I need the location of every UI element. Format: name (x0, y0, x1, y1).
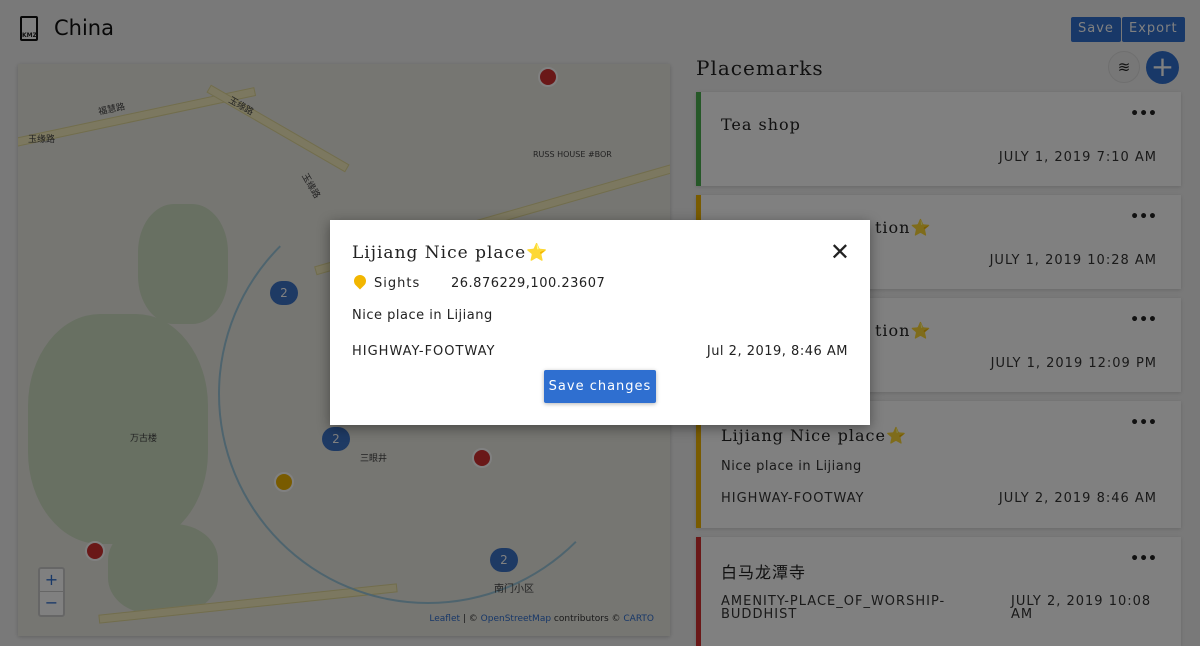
park-area (108, 524, 218, 614)
card-title: tion⭐ (875, 218, 932, 237)
add-placemark-button[interactable]: + (1146, 51, 1179, 84)
card-description: Nice place in Lijiang (721, 459, 862, 474)
more-menu-icon[interactable]: ••• (1130, 106, 1157, 122)
attribution-text: | © (460, 614, 481, 624)
modal-tag: HIGHWAY-FOOTWAY (352, 344, 496, 359)
map-attribution: Leaflet | © OpenStreetMap contributors ©… (429, 614, 654, 624)
save-changes-button[interactable]: Save changes (544, 370, 656, 403)
modal-date: Jul 2, 2019, 8:46 AM (706, 344, 848, 359)
zoom-control: + − (38, 567, 65, 617)
map-label: 三眼井 (360, 454, 388, 464)
header: KMZ China Save Export (0, 0, 1200, 60)
modal-coordinates: 26.876229,100.23607 (451, 276, 606, 291)
map-label: 玉缘路 (28, 135, 56, 145)
card-title: tion⭐ (875, 321, 932, 340)
park-area (28, 314, 208, 544)
osm-link[interactable]: OpenStreetMap (481, 614, 551, 624)
zoom-out-button[interactable]: − (40, 592, 63, 615)
map-label: 玉缘路 (299, 172, 322, 201)
carto-link[interactable]: CARTO (623, 614, 654, 624)
location-pin-icon (351, 272, 369, 290)
marker-cluster[interactable]: 2 (322, 427, 350, 451)
road (206, 84, 350, 173)
card-date: JULY 1, 2019 7:10 AM (998, 150, 1157, 165)
layers-icon[interactable]: ≋ (1108, 51, 1140, 83)
park-area (138, 204, 228, 324)
placemark-modal: Lijiang Nice place⭐ ✕ Sights 26.876229,1… (330, 220, 870, 425)
marker-cluster[interactable]: 2 (270, 281, 298, 305)
marker-cluster[interactable]: 2 (490, 548, 518, 572)
export-button[interactable]: Export (1122, 17, 1185, 42)
card-date: JULY 2, 2019 10:08 AM (1011, 594, 1152, 622)
attribution-text: contributors © (551, 614, 624, 624)
placemark-marker[interactable] (85, 541, 105, 561)
placemark-marker[interactable] (538, 67, 558, 87)
save-button[interactable]: Save (1071, 17, 1121, 42)
placemarks-heading: Placemarks (696, 56, 824, 80)
leaflet-link[interactable]: Leaflet (429, 614, 460, 624)
more-menu-icon[interactable]: ••• (1130, 209, 1157, 225)
page-title: China (54, 16, 114, 40)
zoom-in-button[interactable]: + (40, 569, 63, 592)
map-label: RUSS HOUSE #BOR (533, 150, 612, 159)
more-menu-icon[interactable]: ••• (1130, 312, 1157, 328)
modal-title: Lijiang Nice place⭐ (352, 243, 549, 263)
map-label: 南门小区 (494, 584, 534, 595)
kmz-file-icon: KMZ (20, 16, 38, 41)
placemark-card[interactable]: 白马龙潭寺 ••• AMENITY-PLACE_OF_WORSHIP-BUDDH… (696, 537, 1181, 646)
placemark-marker[interactable] (472, 448, 492, 468)
card-date: JULY 1, 2019 10:28 AM (989, 253, 1157, 268)
more-menu-icon[interactable]: ••• (1130, 551, 1157, 567)
card-date: JULY 2, 2019 8:46 AM (998, 491, 1157, 506)
map-label: 万古楼 (130, 434, 158, 444)
card-tag: AMENITY-PLACE_OF_WORSHIP-BUDDHIST (721, 594, 946, 622)
card-title: 白马龙潭寺 (721, 563, 807, 582)
modal-category: Sights (374, 276, 421, 291)
placemark-marker[interactable] (274, 472, 294, 492)
card-title: Lijiang Nice place⭐ (721, 426, 907, 445)
card-tag: HIGHWAY-FOOTWAY (721, 491, 865, 506)
more-menu-icon[interactable]: ••• (1130, 415, 1157, 431)
card-title: Tea shop (721, 115, 801, 134)
close-icon[interactable]: ✕ (830, 238, 850, 266)
placemark-card[interactable]: Tea shop ••• JULY 1, 2019 7:10 AM (696, 92, 1181, 186)
card-date: JULY 1, 2019 12:09 PM (990, 356, 1157, 371)
modal-description: Nice place in Lijiang (352, 308, 493, 323)
